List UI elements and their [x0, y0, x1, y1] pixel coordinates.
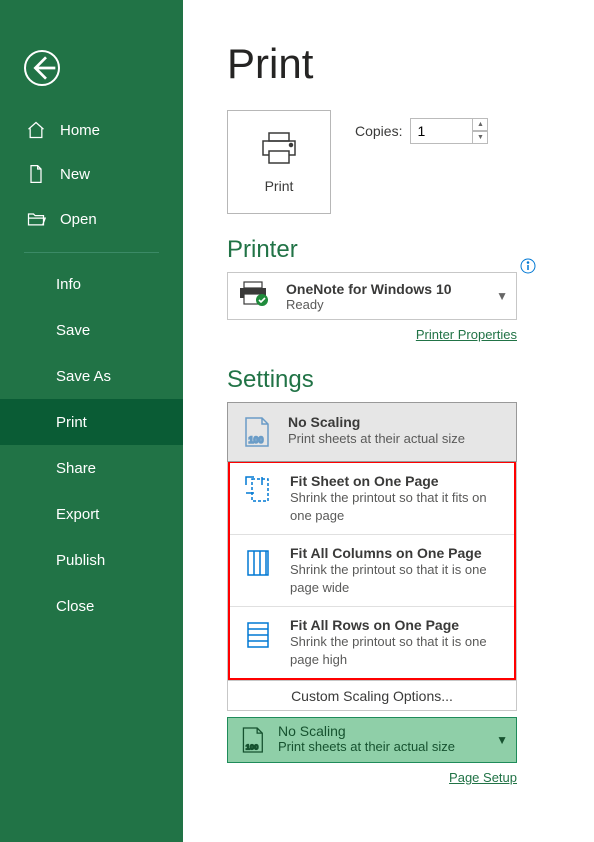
page-100-icon: 100: [238, 414, 274, 450]
fit-sheet-icon: [240, 473, 276, 509]
scaling-options-list: 100 No Scaling Print sheets at their act…: [227, 402, 517, 681]
svg-text:100: 100: [246, 743, 259, 752]
nav-label: Open: [60, 211, 97, 228]
sidebar-item-save[interactable]: Save: [0, 307, 183, 353]
scaling-option-title: No Scaling: [288, 414, 465, 430]
new-icon: [26, 164, 46, 184]
nav-label: Export: [56, 506, 99, 523]
scaling-option-fit-rows[interactable]: Fit All Rows on One Page Shrink the prin…: [230, 607, 514, 678]
current-scaling-desc: Print sheets at their actual size: [278, 739, 455, 754]
nav-label: New: [60, 166, 90, 183]
backstage-sidebar: Home New Open Info Save Save As Print Sh…: [0, 0, 183, 842]
printer-text: OneNote for Windows 10 Ready: [286, 281, 452, 312]
sidebar-item-print[interactable]: Print: [0, 399, 183, 445]
nav-label: Save: [56, 322, 90, 339]
sidebar-item-close[interactable]: Close: [0, 583, 183, 629]
scaling-option-fit-columns[interactable]: Fit All Columns on One Page Shrink the p…: [230, 535, 514, 607]
scaling-option-title: Fit All Columns on One Page: [290, 545, 498, 561]
print-button[interactable]: Print: [227, 110, 331, 214]
home-icon: [26, 120, 46, 140]
printer-info-icon[interactable]: [520, 258, 536, 279]
scaling-option-title: Fit Sheet on One Page: [290, 473, 498, 489]
main-content: Print Print Copies: ▲ ▼ Printer: [183, 0, 594, 842]
nav-label: Publish: [56, 552, 105, 569]
chevron-down-icon: ▼: [496, 733, 508, 747]
nav-divider: [24, 252, 159, 253]
sidebar-item-save-as[interactable]: Save As: [0, 353, 183, 399]
sidebar-item-info[interactable]: Info: [0, 261, 183, 307]
nav-label: Home: [60, 122, 100, 139]
nav-label: Close: [56, 598, 94, 615]
custom-scaling-options[interactable]: Custom Scaling Options...: [227, 681, 517, 711]
scaling-option-desc: Print sheets at their actual size: [288, 430, 465, 448]
current-scaling-title: No Scaling: [278, 723, 455, 739]
printer-name: OneNote for Windows 10: [286, 281, 452, 297]
back-arrow-icon: [26, 52, 58, 84]
nav-label: Print: [56, 414, 87, 431]
page-setup-link[interactable]: Page Setup: [449, 770, 517, 785]
copies-spin-up[interactable]: ▲: [472, 118, 488, 131]
sidebar-item-home[interactable]: Home: [0, 108, 183, 152]
scaling-option-fit-sheet[interactable]: Fit Sheet on One Page Shrink the printou…: [230, 463, 514, 535]
scaling-option-title: Fit All Rows on One Page: [290, 617, 498, 633]
printer-properties-link[interactable]: Printer Properties: [416, 327, 517, 342]
nav-label: Share: [56, 460, 96, 477]
chevron-down-icon: ▼: [496, 289, 508, 303]
nav-label: Info: [56, 276, 81, 293]
page-title: Print: [227, 40, 594, 88]
svg-text:100: 100: [248, 435, 263, 445]
printer-status: Ready: [286, 297, 452, 312]
settings-section-title: Settings: [227, 366, 594, 394]
copies-spinner: ▲ ▼: [472, 118, 488, 144]
scaling-option-desc: Shrink the printout so that it fits on o…: [290, 489, 498, 524]
fit-rows-icon: [240, 617, 276, 653]
copies-spin-down[interactable]: ▼: [472, 131, 488, 144]
open-icon: [26, 209, 46, 229]
scaling-option-desc: Shrink the printout so that it is one pa…: [290, 561, 498, 596]
scaling-option-desc: Shrink the printout so that it is one pa…: [290, 633, 498, 668]
highlight-box: Fit Sheet on One Page Shrink the printou…: [228, 461, 516, 680]
fit-columns-icon: [240, 545, 276, 581]
copies-label: Copies:: [355, 123, 402, 139]
scaling-option-no-scaling[interactable]: 100 No Scaling Print sheets at their act…: [227, 402, 517, 462]
sidebar-item-publish[interactable]: Publish: [0, 537, 183, 583]
nav-list: Home New Open Info Save Save As Print Sh…: [0, 108, 183, 629]
printer-icon: [259, 131, 299, 168]
print-row: Print Copies: ▲ ▼: [227, 110, 594, 214]
print-button-label: Print: [265, 178, 294, 194]
page-100-icon: 100: [238, 723, 266, 757]
printer-status-icon: [238, 280, 272, 313]
copies-row: Copies: ▲ ▼: [355, 118, 488, 144]
current-scaling-selector[interactable]: 100 No Scaling Print sheets at their act…: [227, 717, 517, 763]
printer-section-title: Printer: [227, 236, 594, 264]
printer-selector[interactable]: OneNote for Windows 10 Ready ▼: [227, 272, 517, 320]
sidebar-item-new[interactable]: New: [0, 152, 183, 196]
nav-label: Save As: [56, 368, 111, 385]
sidebar-item-export[interactable]: Export: [0, 491, 183, 537]
sidebar-item-share[interactable]: Share: [0, 445, 183, 491]
sidebar-item-open[interactable]: Open: [0, 196, 183, 242]
back-button[interactable]: [24, 50, 60, 86]
